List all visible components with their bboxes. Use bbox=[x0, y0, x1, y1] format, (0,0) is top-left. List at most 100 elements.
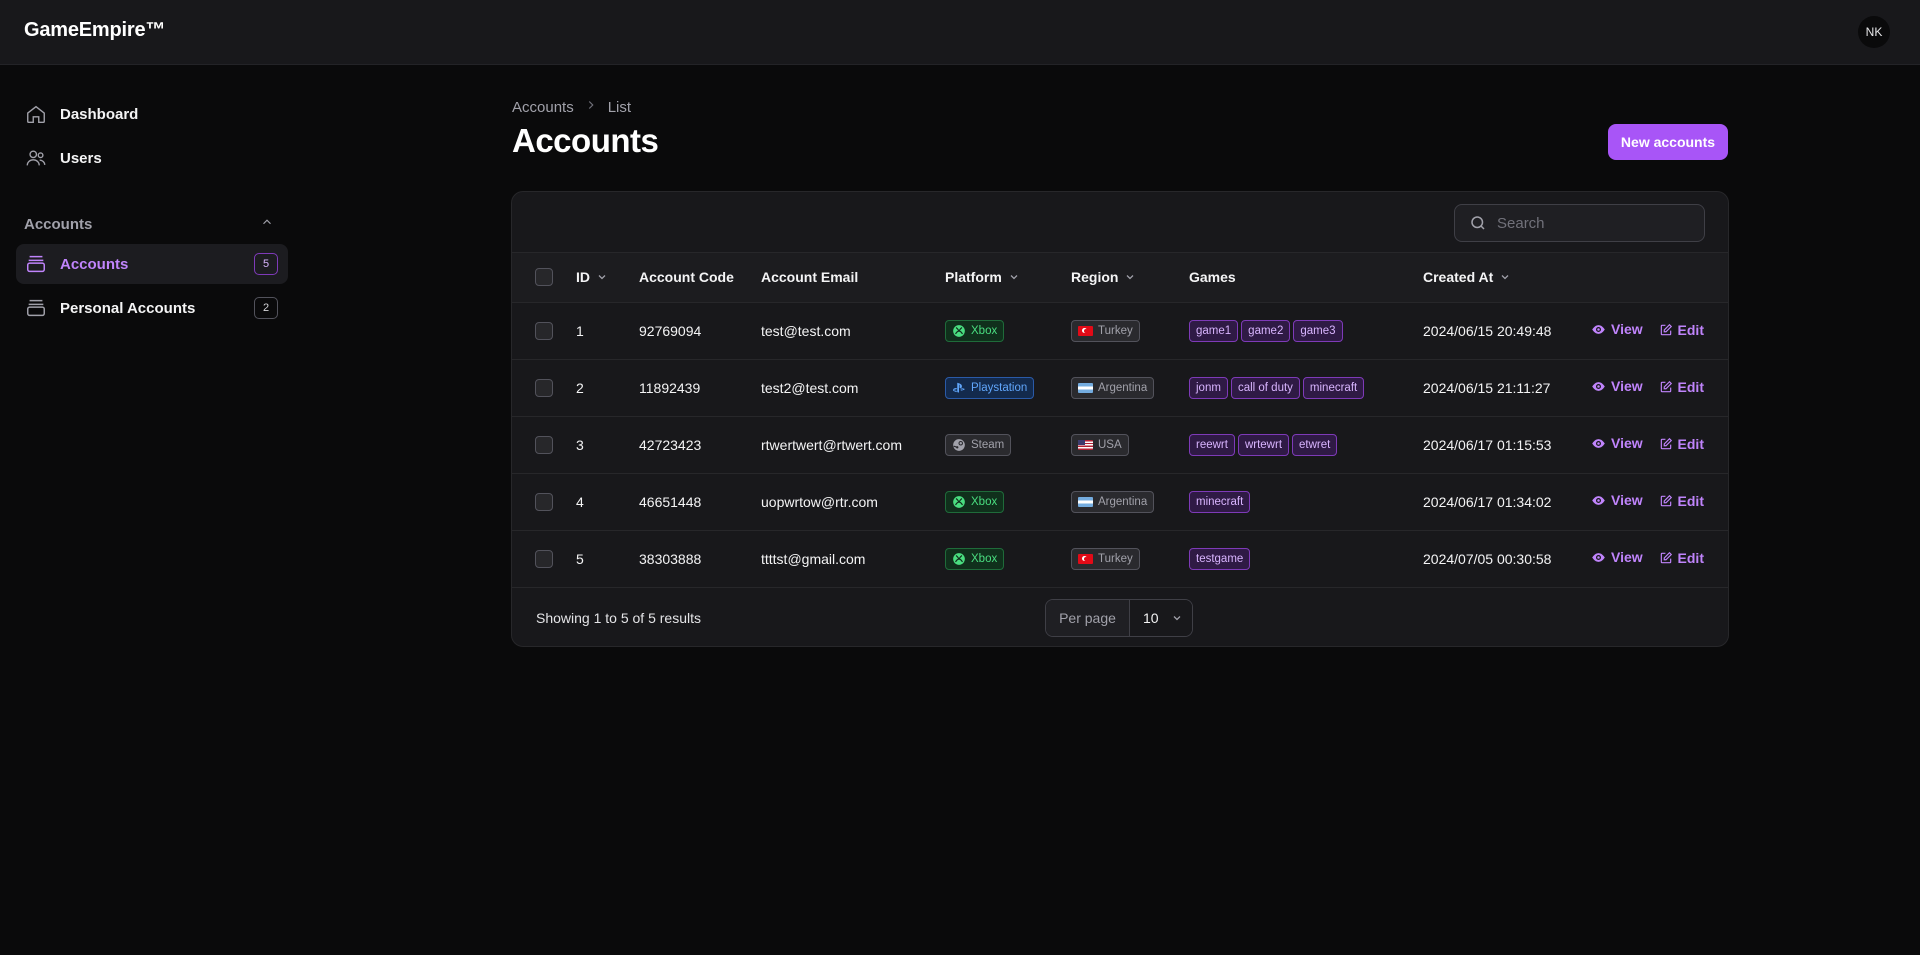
chevron-up-icon[interactable] bbox=[260, 215, 274, 233]
column-header-account-email: Account Email bbox=[761, 269, 859, 286]
cell-account-email: ttttst@gmail.com bbox=[761, 550, 866, 567]
new-accounts-button[interactable]: New accounts bbox=[1608, 124, 1728, 160]
brand-logo[interactable]: GameEmpire™ bbox=[24, 19, 165, 42]
cell-games: minecraft bbox=[1189, 473, 1423, 530]
column-header-platform[interactable]: Platform bbox=[945, 253, 1071, 302]
game-tag: minecraft bbox=[1302, 376, 1365, 399]
row-checkbox[interactable] bbox=[535, 378, 553, 397]
cell-games: game1 game2 game3 bbox=[1189, 302, 1423, 359]
chevron-down-icon[interactable] bbox=[1008, 270, 1020, 286]
table-toolbar bbox=[512, 192, 1728, 253]
eye-icon bbox=[1592, 381, 1605, 391]
cell-id: 4 bbox=[576, 493, 584, 510]
xbox-icon bbox=[953, 495, 965, 508]
edit-button[interactable]: Edit bbox=[1659, 493, 1704, 509]
cell-actions: View Edit bbox=[1591, 302, 1728, 359]
sidebar-group-accounts[interactable]: Accounts bbox=[16, 204, 288, 244]
cell-actions: View Edit bbox=[1591, 359, 1728, 416]
count-badge: 2 bbox=[254, 297, 278, 319]
edit-button[interactable]: Edit bbox=[1659, 436, 1704, 452]
chevron-right-icon bbox=[584, 98, 598, 116]
row-checkbox[interactable] bbox=[535, 549, 553, 568]
chevron-down-icon[interactable] bbox=[596, 270, 608, 286]
edit-button[interactable]: Edit bbox=[1659, 379, 1704, 395]
platform-badge: Xbox bbox=[945, 547, 1005, 570]
per-page-select[interactable]: Per page 10 bbox=[1045, 598, 1193, 637]
table-header-row: ID Account Code Account Email Platform R… bbox=[512, 253, 1728, 302]
search-icon bbox=[1469, 214, 1487, 232]
platform-badge: Xbox bbox=[945, 490, 1005, 513]
cell-id: 5 bbox=[576, 550, 584, 567]
sidebar-item-label: Users bbox=[60, 149, 102, 167]
turkey-flag-icon bbox=[1078, 325, 1093, 336]
sidebar-item-users[interactable]: Users bbox=[16, 138, 288, 178]
column-header-created-at[interactable]: Created At bbox=[1423, 253, 1591, 302]
game-tag: game3 bbox=[1293, 319, 1343, 342]
edit-button[interactable]: Edit bbox=[1659, 322, 1704, 338]
count-badge: 5 bbox=[254, 253, 278, 275]
cell-account-code: 11892439 bbox=[639, 379, 701, 396]
edit-button[interactable]: Edit bbox=[1659, 550, 1704, 566]
per-page-dropdown[interactable]: 10 bbox=[1130, 599, 1192, 636]
game-tag: reewrt bbox=[1189, 433, 1235, 456]
column-header-account-code: Account Code bbox=[639, 269, 734, 286]
search-box[interactable] bbox=[1454, 204, 1705, 242]
row-checkbox[interactable] bbox=[535, 321, 553, 340]
edit-icon bbox=[1660, 437, 1672, 449]
sidebar-item-personal-accounts[interactable]: Personal Accounts 2 bbox=[16, 288, 288, 328]
cell-account-email: uopwrtow@rtr.com bbox=[761, 493, 878, 510]
per-page-value: 10 bbox=[1143, 609, 1159, 626]
view-button[interactable]: View bbox=[1591, 435, 1643, 451]
sidebar-item-dashboard[interactable]: Dashboard bbox=[16, 94, 288, 134]
xbox-icon bbox=[953, 324, 965, 337]
table-row: 4 46651448 uopwrtow@rtr.com Xbox Argenti… bbox=[512, 473, 1728, 530]
row-checkbox[interactable] bbox=[535, 435, 553, 454]
cell-account-code: 92769094 bbox=[639, 322, 702, 339]
edit-icon bbox=[1660, 494, 1672, 506]
cell-account-code: 46651448 bbox=[639, 493, 702, 510]
view-button[interactable]: View bbox=[1591, 549, 1643, 565]
region-badge: Argentina bbox=[1071, 490, 1155, 513]
box-icon bbox=[24, 252, 48, 276]
playstation-icon bbox=[953, 382, 965, 393]
usa-flag-icon bbox=[1078, 439, 1093, 450]
sidebar-item-accounts[interactable]: Accounts 5 bbox=[16, 244, 288, 284]
sidebar-item-label: Accounts bbox=[60, 255, 129, 273]
column-header-id[interactable]: ID bbox=[576, 253, 639, 302]
user-avatar[interactable]: NK bbox=[1858, 16, 1890, 48]
cell-account-email: rtwertwert@rtwert.com bbox=[761, 436, 902, 453]
view-button[interactable]: View bbox=[1591, 492, 1643, 508]
cell-created-at: 2024/06/17 01:34:02 bbox=[1423, 493, 1552, 510]
breadcrumb: Accounts List bbox=[512, 98, 631, 116]
argentina-flag-icon bbox=[1078, 496, 1093, 507]
row-checkbox[interactable] bbox=[535, 492, 553, 511]
sidebar: Dashboard Users Accounts Accounts 5 Pers… bbox=[16, 94, 288, 332]
table-row: 1 92769094 test@test.com Xbox Turkey gam… bbox=[512, 302, 1728, 359]
select-all-checkbox[interactable] bbox=[535, 268, 553, 287]
game-tag: game2 bbox=[1241, 319, 1291, 342]
xbox-icon bbox=[953, 552, 965, 565]
cell-created-at: 2024/06/17 01:15:53 bbox=[1423, 436, 1552, 453]
argentina-flag-icon bbox=[1078, 382, 1093, 393]
eye-icon bbox=[1592, 495, 1605, 505]
users-icon bbox=[24, 146, 48, 170]
per-page-label: Per page bbox=[1046, 599, 1130, 636]
cell-account-code: 42723423 bbox=[639, 436, 702, 453]
cell-created-at: 2024/07/05 00:30:58 bbox=[1423, 550, 1552, 567]
breadcrumb-root[interactable]: Accounts bbox=[512, 99, 574, 116]
view-button[interactable]: View bbox=[1591, 378, 1643, 394]
game-tag: jonm bbox=[1189, 376, 1228, 399]
page-title: Accounts bbox=[512, 122, 659, 159]
results-summary: Showing 1 to 5 of 5 results bbox=[536, 609, 701, 626]
chevron-down-icon[interactable] bbox=[1124, 270, 1136, 286]
chevron-down-icon[interactable] bbox=[1499, 270, 1511, 286]
cell-actions: View Edit bbox=[1591, 530, 1728, 587]
sidebar-item-label: Personal Accounts bbox=[60, 299, 196, 317]
platform-badge: Steam bbox=[945, 433, 1012, 456]
platform-badge: Playstation bbox=[945, 376, 1035, 399]
view-button[interactable]: View bbox=[1591, 321, 1643, 337]
column-header-region[interactable]: Region bbox=[1071, 253, 1189, 302]
game-tag: call of duty bbox=[1230, 376, 1300, 399]
cell-account-email: test@test.com bbox=[761, 322, 851, 339]
search-input[interactable] bbox=[1497, 214, 1687, 232]
